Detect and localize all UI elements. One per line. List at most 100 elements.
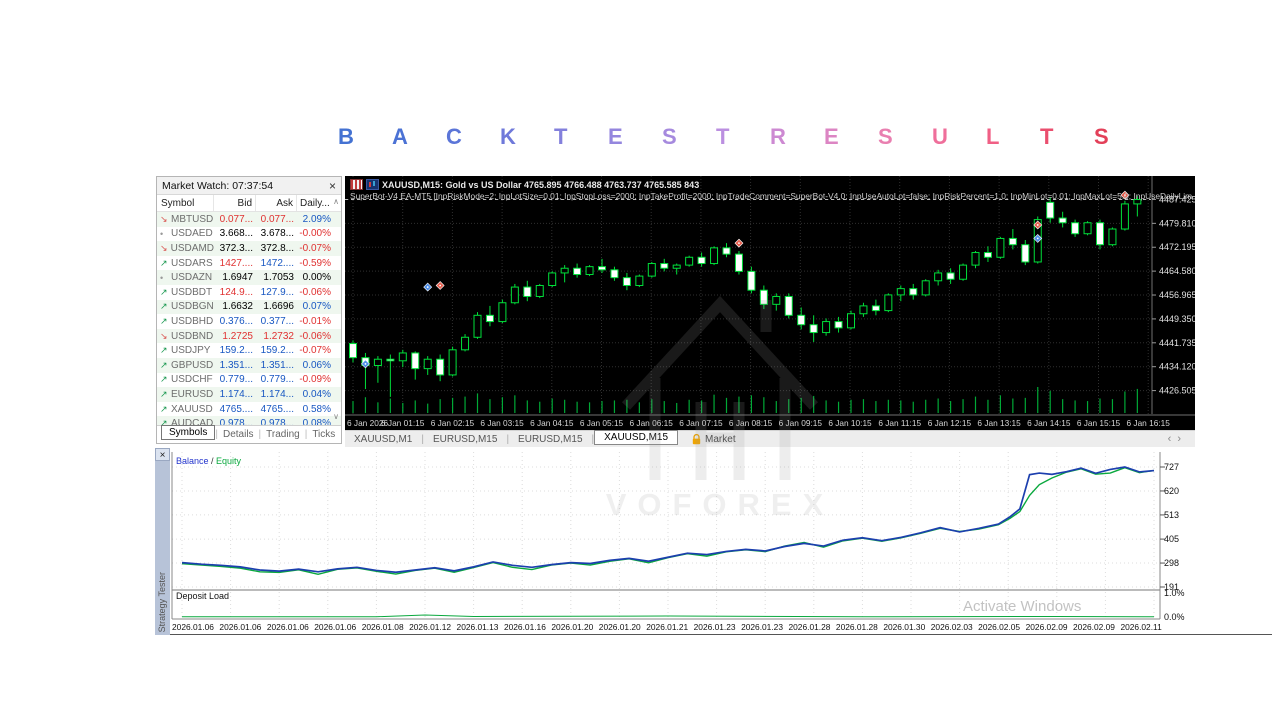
chart-tab-xauusd-m15[interactable]: XAUUSD,M15 bbox=[594, 430, 678, 445]
bid-cell: 0.376... bbox=[214, 316, 256, 327]
table-row[interactable]: ↘USDBND1.27251.2732-0.06% bbox=[157, 329, 341, 344]
symbol-name: USDAZN bbox=[171, 272, 212, 283]
chart-tab-xauusd-m1[interactable]: XAUUSD,M1 bbox=[345, 434, 421, 445]
symbol-cell: ↗USDARS bbox=[157, 258, 214, 269]
scroll-down-icon[interactable]: ∨ bbox=[333, 412, 339, 421]
tab-ticks[interactable]: Ticks bbox=[307, 429, 340, 440]
tab-symbols[interactable]: Symbols bbox=[161, 425, 215, 440]
ask-cell: 127.9... bbox=[256, 287, 297, 298]
chart-tab-eurusd-m15[interactable]: EURUSD,M15 bbox=[509, 434, 591, 445]
market-watch-tabbar: Symbols|Details|Trading|Ticks bbox=[157, 425, 341, 443]
bid-cell: 3.668... bbox=[214, 228, 256, 239]
trend-down-icon: ↘ bbox=[160, 331, 171, 342]
market-tab[interactable]: Market bbox=[692, 434, 736, 445]
trend-up-icon: ↗ bbox=[160, 258, 171, 269]
ask-cell: 1.174... bbox=[256, 389, 297, 400]
table-row[interactable]: •USDAZN1.69471.70530.00% bbox=[157, 270, 341, 285]
symbol-name: USDAED bbox=[171, 228, 213, 239]
table-row[interactable]: ↘USDAMD372.3...372.8...-0.07% bbox=[157, 241, 341, 256]
scroll-up-icon[interactable]: ∧ bbox=[333, 197, 339, 206]
svg-text:6 Jan 13:15: 6 Jan 13:15 bbox=[977, 418, 1021, 428]
trend-up-icon: ↗ bbox=[160, 389, 171, 400]
bid-cell: 1.6947 bbox=[214, 272, 256, 283]
daily-change-cell: -0.06% bbox=[297, 331, 335, 342]
balance-equity-chart[interactable] bbox=[170, 448, 1170, 622]
symbol-name: USDARS bbox=[171, 258, 213, 269]
ask-cell: 0.077... bbox=[256, 214, 297, 225]
chart-tab-eurusd-m15[interactable]: EURUSD,M15 bbox=[424, 434, 506, 445]
deposit-ytick: 1.0% bbox=[1164, 588, 1185, 598]
title-letter: A bbox=[392, 124, 446, 150]
tab-trading[interactable]: Trading bbox=[261, 429, 305, 440]
column-daily[interactable]: Daily... bbox=[297, 195, 329, 211]
table-row[interactable]: ↘MBTUSD0.077...0.077...2.09% bbox=[157, 212, 341, 227]
table-row[interactable]: ↗USDBHD0.376...0.377...-0.01% bbox=[157, 314, 341, 329]
svg-text:4464.580: 4464.580 bbox=[1159, 266, 1195, 276]
title-letter: S bbox=[878, 124, 932, 150]
symbol-cell: ↗GBPUSD bbox=[157, 360, 214, 371]
bid-cell: 0.077... bbox=[214, 214, 256, 225]
ask-cell: 0.779... bbox=[256, 374, 297, 385]
ask-cell: 1.6696 bbox=[256, 301, 297, 312]
column-symbol[interactable]: Symbol bbox=[157, 195, 214, 211]
svg-text:6 Jan 11:15: 6 Jan 11:15 bbox=[878, 418, 921, 428]
daily-change-cell: 0.06% bbox=[297, 360, 335, 371]
trend-up-icon: ↗ bbox=[160, 316, 171, 327]
daily-change-cell: -0.06% bbox=[297, 287, 335, 298]
title-letter: K bbox=[500, 124, 554, 150]
table-row[interactable]: ↗USDBDT124.9...127.9...-0.06% bbox=[157, 285, 341, 300]
svg-text:6 Jan 14:15: 6 Jan 14:15 bbox=[1027, 418, 1071, 428]
title-letter: S bbox=[662, 124, 716, 150]
title-letter: B bbox=[338, 124, 392, 150]
column-ask[interactable]: Ask bbox=[256, 195, 297, 211]
trend-up-icon: ↗ bbox=[160, 345, 171, 356]
table-row[interactable]: ↗USDARS1427....1472....-0.59% bbox=[157, 256, 341, 271]
tester-date-label: 2026.02.11 bbox=[1120, 622, 1161, 632]
tab-scroll-arrows[interactable]: ‹› bbox=[1168, 433, 1187, 445]
ask-cell: 4765.... bbox=[256, 404, 297, 415]
svg-text:4479.810: 4479.810 bbox=[1159, 218, 1195, 228]
tester-date-label: 2026.01.06 bbox=[314, 622, 356, 632]
deposit-ytick: 0.0% bbox=[1164, 612, 1185, 622]
column-bid[interactable]: Bid bbox=[214, 195, 256, 211]
equity-legend-label: Equity bbox=[216, 456, 241, 466]
tester-date-label: 2026.02.09 bbox=[1073, 622, 1115, 632]
symbol-cell: ↘MBTUSD bbox=[157, 214, 214, 225]
table-row[interactable]: ↗GBPUSD1.351...1.351...0.06% bbox=[157, 358, 341, 373]
symbol-cell: ↘USDAMD bbox=[157, 243, 214, 254]
daily-change-cell: 0.58% bbox=[297, 404, 335, 415]
table-row[interactable]: ↗EURUSD1.174...1.174...0.04% bbox=[157, 387, 341, 402]
table-row[interactable]: ↗USDJPY159.2...159.2...-0.07% bbox=[157, 343, 341, 358]
svg-text:6 Jan 01:15: 6 Jan 01:15 bbox=[381, 418, 425, 428]
svg-text:4434.120: 4434.120 bbox=[1159, 362, 1195, 372]
tester-date-label: 2026.01.20 bbox=[599, 622, 641, 632]
close-icon[interactable]: × bbox=[155, 448, 170, 461]
tester-ytick: 727 bbox=[1164, 462, 1179, 472]
symbol-name: MBTUSD bbox=[171, 214, 213, 225]
svg-text:6 Jan 10:15: 6 Jan 10:15 bbox=[828, 418, 872, 428]
trend-down-icon: ↘ bbox=[160, 243, 171, 254]
daily-change-cell: 2.09% bbox=[297, 214, 335, 225]
table-row[interactable]: ↗USDCHF0.779...0.779...-0.09% bbox=[157, 373, 341, 388]
chart-grid-icon bbox=[350, 179, 363, 190]
table-row[interactable]: •USDAED3.668...3.678...-0.00% bbox=[157, 227, 341, 242]
svg-text:6 Jan 02:15: 6 Jan 02:15 bbox=[431, 418, 475, 428]
page-title: BACKTESTRESULTS bbox=[338, 124, 1148, 150]
tester-date-label: 2026.01.23 bbox=[741, 622, 783, 632]
trend-down-icon: ↘ bbox=[160, 214, 171, 225]
tester-date-label: 2026.01.23 bbox=[694, 622, 736, 632]
ask-cell: 159.2... bbox=[256, 345, 297, 356]
close-icon[interactable]: × bbox=[329, 179, 336, 193]
legend-separator: / bbox=[209, 456, 217, 466]
svg-text:4472.195: 4472.195 bbox=[1159, 242, 1195, 252]
tester-date-axis: 2026.01.062026.01.062026.01.062026.01.06… bbox=[172, 622, 1162, 632]
tab-details[interactable]: Details bbox=[218, 429, 259, 440]
table-row[interactable]: ↗USDBGN1.66321.66960.07% bbox=[157, 300, 341, 315]
table-row[interactable]: ↗XAUUSD4765....4765....0.58% bbox=[157, 402, 341, 417]
daily-change-cell: -0.07% bbox=[297, 345, 335, 356]
activate-windows-watermark: Activate Windows bbox=[963, 598, 1081, 615]
chart-window: 4487.4254479.8104472.1954464.5804456.965… bbox=[345, 176, 1195, 430]
candlestick-chart[interactable]: 4487.4254479.8104472.1954464.5804456.965… bbox=[345, 176, 1195, 430]
svg-text:6 Jan 04:15: 6 Jan 04:15 bbox=[530, 418, 574, 428]
ask-cell: 1.351... bbox=[256, 360, 297, 371]
